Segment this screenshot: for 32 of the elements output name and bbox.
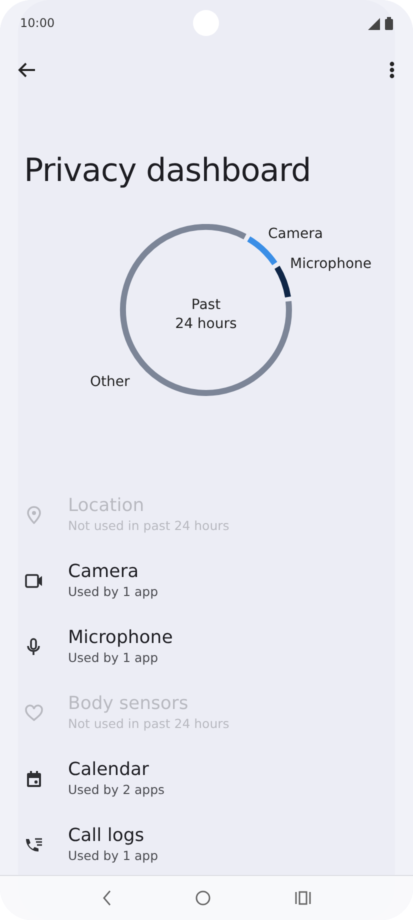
permission-row[interactable]: Microphone Used by 1 app [0, 614, 413, 680]
permission-name: Call logs [68, 825, 146, 847]
permission-row[interactable]: Call logs Used by 1 app [0, 812, 413, 878]
permission-usage: Used by 1 app [68, 583, 158, 601]
calendar-icon [25, 770, 43, 788]
permission-usage: Used by 1 app [68, 847, 158, 865]
permission-row[interactable]: Camera Used by 1 app [0, 548, 413, 614]
status-time: 10:00 [20, 16, 55, 30]
recent-apps-icon[interactable] [295, 891, 312, 905]
permission-name: Microphone [68, 627, 173, 649]
page-title: Privacy dashboard [24, 150, 312, 190]
battery-icon [385, 16, 393, 30]
heart-icon [25, 704, 43, 722]
permission-name: Calendar [68, 759, 150, 781]
ring-center-label: Past [190, 296, 222, 315]
permission-row[interactable]: Calendar Used by 2 apps [0, 746, 413, 812]
segment-label: Camera [268, 226, 323, 242]
segment-label: Other [90, 374, 130, 390]
ring-center-label: 24 hours [174, 315, 238, 334]
microphone-icon [25, 638, 43, 656]
permission-name: Camera [68, 561, 140, 583]
permission-usage: Used by 1 app [68, 649, 160, 667]
location-pin-icon [25, 506, 43, 524]
signal-icon [368, 18, 380, 30]
home-icon[interactable] [195, 890, 212, 906]
back-nav-icon[interactable] [102, 890, 112, 906]
phone-list-icon [25, 836, 43, 854]
segment-label: Microphone [290, 256, 372, 272]
video-camera-icon [25, 572, 43, 590]
more-options-icon[interactable] [389, 61, 395, 79]
permission-usage: Used by 2 apps [68, 781, 165, 799]
back-icon[interactable] [18, 62, 36, 78]
